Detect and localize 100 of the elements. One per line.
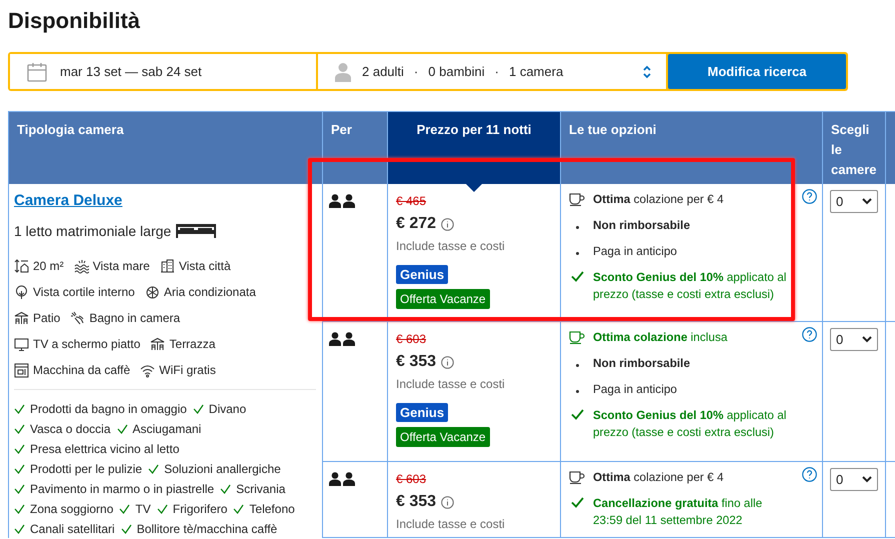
- chevron-down-icon: [862, 476, 872, 483]
- facility-text: Bagno in camera: [89, 311, 180, 325]
- check-icon: [233, 504, 244, 514]
- check-icon: [14, 524, 25, 534]
- check-icon: [120, 524, 132, 534]
- facility-text: Vista cortile interno: [33, 285, 135, 299]
- deal-badge: Offerta Vacanze: [396, 427, 490, 447]
- amenity-text: Pavimento in marmo o in piastrelle: [30, 482, 214, 496]
- two-persons-icon: [329, 194, 355, 208]
- original-price: € 603: [396, 472, 426, 486]
- bullet-icon: [576, 226, 578, 229]
- info-icon[interactable]: [441, 218, 454, 230]
- area-icon: [14, 258, 29, 274]
- page-title: Disponibilità: [8, 7, 141, 34]
- genius-badge: Genius: [396, 403, 448, 422]
- check-icon: [14, 484, 25, 494]
- date-field[interactable]: mar 13 set — sab 24 set: [10, 54, 316, 89]
- calendar-icon: [26, 60, 48, 82]
- check-icon: [14, 424, 25, 434]
- check-icon: [119, 504, 130, 514]
- info-icon[interactable]: [441, 496, 454, 508]
- check-icon: [14, 404, 25, 414]
- genius-badge: Genius: [396, 265, 448, 284]
- amenity-text: Scrivania: [236, 482, 286, 496]
- bullet-icon: [576, 364, 578, 367]
- benefit-text: Cancellazione gratuita fino alle 23:59 del 11 settembre 2022: [593, 495, 764, 529]
- facility-text: WiFi gratis: [159, 363, 216, 377]
- tree-icon: [14, 284, 29, 300]
- check-icon: [14, 464, 25, 474]
- column-header[interactable]: Scegli le camere: [823, 111, 886, 184]
- facility-text: 20 m²: [33, 259, 64, 273]
- cup-icon: [569, 471, 585, 484]
- facility-text: Patio: [33, 311, 60, 325]
- cup-icon: [569, 193, 585, 206]
- check-icon: [570, 409, 584, 420]
- search-button[interactable]: Modifica ricerca: [668, 54, 846, 89]
- quantity-select[interactable]: 0: [830, 328, 878, 351]
- amenity-text: Presa elettrica vicino al letto: [30, 442, 180, 456]
- tv-icon: [14, 336, 29, 352]
- patio-icon: [14, 310, 29, 326]
- coffee-machine-icon: [14, 362, 29, 378]
- amenity-text: Prodotti per le pulizie: [30, 462, 142, 476]
- bullet-icon: [576, 252, 578, 255]
- meal-option-text: Ottima colazione inclusa: [593, 329, 728, 346]
- deal-badge: Offerta Vacanze: [396, 289, 490, 309]
- amenity-text: Zona soggiorno: [30, 502, 114, 516]
- amenity-text: Vasca o doccia: [30, 422, 110, 436]
- facility-text: TV a schermo piatto: [33, 337, 140, 351]
- help-icon[interactable]: [802, 327, 817, 342]
- guests-field[interactable]: 2 adulti · 0 bambini · 1 camera: [318, 54, 666, 89]
- wifi-icon: [140, 362, 156, 378]
- check-icon: [220, 484, 232, 494]
- original-price: € 465: [396, 194, 426, 208]
- amenity-text: Bollitore tè/macchina caffè: [136, 522, 278, 536]
- bed-type-text: 1 letto matrimoniale large: [14, 223, 172, 239]
- benefit-text: Sconto Genius del 10% applicato al prezzo (tasse e costi extra esclusi): [593, 407, 788, 441]
- taxes-note: Include tasse e costi: [396, 517, 505, 531]
- column-header[interactable]: Per: [323, 111, 388, 184]
- info-icon[interactable]: [441, 356, 454, 368]
- help-icon[interactable]: [802, 189, 817, 204]
- amenity-text: Telefono: [249, 502, 295, 516]
- column-header[interactable]: Tipologia camera: [9, 111, 323, 184]
- bed-icon: [175, 223, 218, 239]
- chevron-down-icon: [862, 198, 872, 205]
- check-icon: [148, 464, 160, 474]
- policy-text: Non rimborsabile: [593, 217, 690, 234]
- meal-option-text: Ottima colazione per € 4: [593, 191, 724, 208]
- policy-text: Paga in anticipo: [593, 381, 677, 398]
- policy-text: Non rimborsabile: [593, 355, 690, 372]
- policy-text: Paga in anticipo: [593, 243, 677, 260]
- person-icon: [334, 62, 352, 82]
- column-header[interactable]: Le tue opzioni: [561, 111, 823, 184]
- snowflake-icon: [144, 284, 160, 300]
- meal-option-text: Ottima colazione per € 4: [593, 469, 724, 486]
- quantity-select[interactable]: 0: [830, 468, 878, 491]
- price-text: € 353: [396, 353, 436, 371]
- amenity-text: Soluzioni anallergiche: [164, 462, 281, 476]
- facility-text: Macchina da caffè: [33, 363, 130, 377]
- updown-chevron-icon: [642, 64, 652, 78]
- room-name-link[interactable]: Camera Deluxe: [14, 192, 122, 209]
- taxes-note: Include tasse e costi: [396, 377, 505, 391]
- waves-icon: [74, 258, 89, 274]
- chevron-down-icon: [862, 336, 872, 343]
- amenity-text: Asciugamani: [132, 422, 202, 436]
- two-persons-icon: [329, 472, 355, 486]
- taxes-note: Include tasse e costi: [396, 239, 505, 253]
- amenity-text: Canali satellitari: [30, 522, 115, 536]
- facility-text: Aria condizionata: [164, 285, 256, 299]
- check-icon: [192, 404, 204, 414]
- price-text: € 272: [396, 215, 436, 233]
- original-price: € 603: [396, 332, 426, 346]
- check-icon: [116, 424, 128, 434]
- header-pointer-icon: [466, 184, 482, 192]
- quantity-select[interactable]: 0: [830, 190, 878, 213]
- bath-icon: [70, 310, 86, 326]
- facility-text: Terrazza: [169, 337, 216, 351]
- amenity-text: Frigorifero: [172, 502, 228, 516]
- cup-icon: [569, 331, 585, 344]
- help-icon[interactable]: [802, 467, 817, 482]
- two-persons-icon: [329, 332, 355, 346]
